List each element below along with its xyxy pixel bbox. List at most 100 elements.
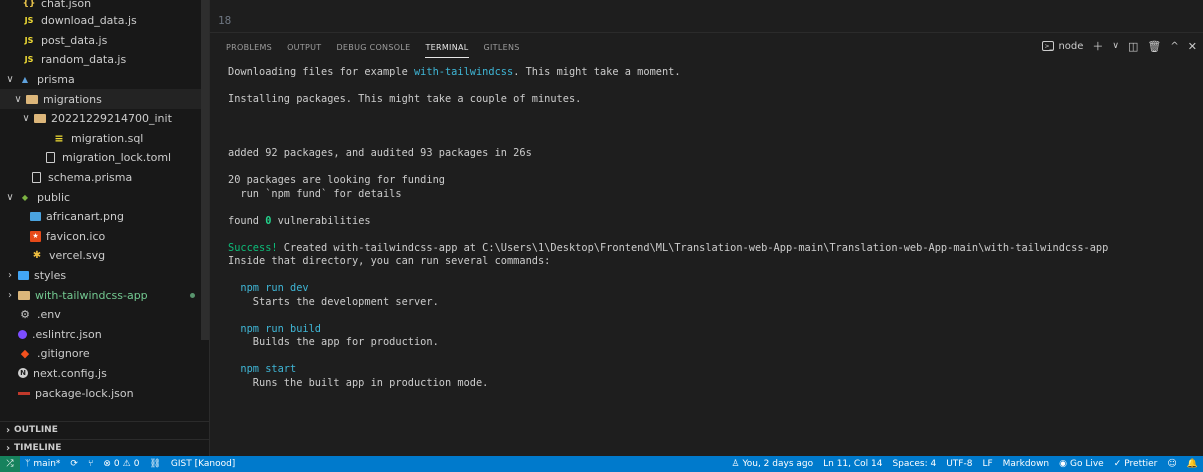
sidebar-scrollbar[interactable] (201, 0, 209, 340)
chevron-down-icon[interactable]: ∨ (1112, 41, 1119, 51)
bell-icon[interactable]: 🔔 (1182, 459, 1203, 469)
prettier-label: Prettier (1124, 459, 1158, 469)
check-icon: ✓ (1113, 459, 1122, 469)
tree-item-label: prisma (37, 73, 75, 87)
chevron-down-icon: ∨ (22, 113, 30, 125)
example-name: with-tailwindcss (413, 66, 514, 78)
tree-item-download-data[interactable]: JS download_data.js (0, 11, 209, 31)
blame-item[interactable]: ♙ You, 2 days ago (726, 459, 818, 469)
tree-folder-migrations[interactable]: ∨ migrations (0, 89, 209, 109)
terminal-selector[interactable]: >_ node (1042, 41, 1083, 52)
terminal-line: Runs the built app in production mode. (228, 376, 489, 389)
folder-icon (18, 290, 30, 300)
indentation[interactable]: Spaces: 4 (887, 459, 941, 469)
tree-item-label: migration.sql (71, 131, 144, 145)
tab-problems[interactable]: PROBLEMS (226, 33, 272, 61)
terminal-line: 20 packages are looking for funding (228, 174, 445, 186)
next-icon: N (18, 368, 28, 379)
terminal-command: npm start (228, 363, 297, 375)
new-terminal-plus-icon[interactable]: ＋ (1092, 38, 1103, 54)
feedback-icon[interactable]: ☺ (1162, 459, 1181, 469)
sync-icon[interactable]: ⟳ (65, 459, 83, 469)
tree-item-next-config[interactable]: N next.config.js (0, 364, 209, 384)
remote-icon[interactable]: ⤮ (0, 456, 20, 472)
json-icon: {} (22, 0, 36, 9)
tree-folder-init[interactable]: ∨ 20221229214700_init (0, 109, 209, 129)
tab-terminal[interactable]: TERMINAL (425, 33, 469, 61)
tree-item-label: vercel.svg (49, 249, 106, 263)
end-of-line[interactable]: LF (977, 459, 997, 469)
tab-gitlens[interactable]: GITLENS (484, 33, 520, 61)
terminal-command: npm run dev (228, 282, 309, 294)
timeline-section[interactable]: › TIMELINE (0, 439, 210, 456)
tree-item-migration-lock[interactable]: migration_lock.toml (0, 148, 209, 168)
terminal-output[interactable]: Downloading files for example with-tailw… (228, 66, 1193, 390)
tree-folder-styles[interactable]: › styles (0, 266, 209, 286)
file-icon (32, 172, 41, 184)
tree-item-env[interactable]: ⚙ .env (0, 305, 209, 325)
tree-item-vercel-svg[interactable]: ✱ vercel.svg (0, 246, 209, 266)
blame-text: You, 2 days ago (742, 459, 814, 469)
editor-area[interactable]: 18 (210, 0, 1203, 33)
chevron-down-icon: ∨ (6, 74, 14, 86)
tree-folder-prisma[interactable]: ∨ ▲ prisma (0, 70, 209, 90)
outline-section[interactable]: › OUTLINE (0, 421, 209, 438)
branch-item[interactable]: ᛘ main* (20, 459, 65, 469)
chevron-right-icon: › (8, 270, 12, 282)
warning-icon: ⚠ (122, 459, 131, 469)
tree-item-chat-json[interactable]: {} chat.json (0, 0, 209, 11)
terminal-line: Installing packages. This might take a c… (228, 93, 582, 105)
tree-item-label: post_data.js (41, 33, 108, 47)
problems-item[interactable]: ⊗ 0 ⚠ 0 (98, 459, 144, 469)
chevron-right-icon: › (8, 289, 12, 301)
styles-folder-icon (18, 271, 29, 281)
prettier-item[interactable]: ✓ Prettier (1109, 459, 1163, 469)
tree-item-random-data[interactable]: JS random_data.js (0, 50, 209, 70)
tree-item-label: random_data.js (41, 53, 127, 67)
error-count: 0 (113, 459, 120, 469)
prisma-folder-icon: ▲ (21, 75, 29, 85)
js-icon: JS (24, 35, 34, 45)
terminal-line: Downloading files for example with-tailw… (228, 66, 681, 78)
tree-item-label: .eslintrc.json (32, 327, 102, 341)
git-icon: ◆ (20, 347, 30, 361)
tree-item-post-data[interactable]: JS post_data.js (0, 31, 209, 51)
encoding[interactable]: UTF-8 (941, 459, 977, 469)
tree-item-label: migrations (43, 92, 102, 106)
tree-item-migration-sql[interactable]: ≡ migration.sql (0, 129, 209, 149)
warning-count: 0 (133, 459, 140, 469)
pull-request-icon[interactable]: ⑂ (83, 459, 98, 469)
tree-item-label: next.config.js (33, 366, 107, 380)
tree-item-gitignore[interactable]: ◆ .gitignore (0, 344, 209, 364)
tree-folder-public[interactable]: ∨ ◆ public (0, 187, 209, 207)
tree-item-package-lock[interactable]: package-lock.json (0, 383, 209, 403)
tree-item-schema-prisma[interactable]: schema.prisma (0, 168, 209, 188)
tree-item-eslintrc[interactable]: .eslintrc.json (0, 325, 209, 345)
favicon-icon: ★ (30, 230, 41, 242)
chevron-down-icon: ∨ (6, 191, 14, 203)
error-icon: ⊗ (103, 459, 111, 469)
chevron-up-icon[interactable]: ^ (1170, 41, 1178, 52)
tree-item-label: .gitignore (37, 347, 90, 361)
gist-item[interactable]: GIST [Kanood] (166, 459, 240, 469)
tree-item-label: favicon.ico (46, 229, 106, 243)
go-live-item[interactable]: ◉ Go Live (1054, 459, 1109, 469)
image-icon (30, 212, 41, 222)
tree-item-africanart[interactable]: africanart.png (0, 207, 209, 227)
close-icon[interactable]: ✕ (1188, 40, 1197, 53)
tab-debug-console[interactable]: DEBUG CONSOLE (336, 33, 410, 61)
cursor-position[interactable]: Ln 11, Col 14 (818, 459, 887, 469)
tab-output[interactable]: OUTPUT (287, 33, 321, 61)
terminal-line: found 0 vulnerabilities (228, 214, 371, 227)
split-terminal-icon[interactable]: ◫ (1128, 40, 1138, 53)
line-number: 18 (218, 14, 232, 27)
language-mode[interactable]: Markdown (998, 459, 1054, 469)
terminal-name: node (1058, 40, 1084, 52)
tree-item-favicon[interactable]: ★ favicon.ico (0, 227, 209, 247)
trash-icon[interactable]: 🗑 (1147, 40, 1161, 53)
tree-folder-with-tailwindcss-app[interactable]: › with-tailwindcss-app (0, 285, 209, 305)
tree-item-label: styles (34, 269, 67, 283)
js-icon: JS (24, 55, 34, 65)
gear-icon: ⚙ (20, 308, 30, 322)
link-icon[interactable]: ⛓ (144, 459, 165, 469)
